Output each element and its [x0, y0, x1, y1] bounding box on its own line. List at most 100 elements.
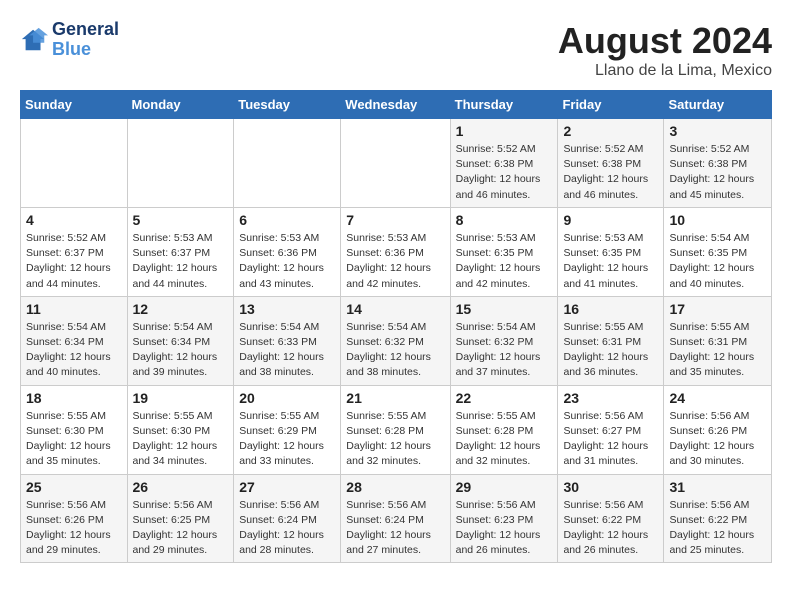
location-title: Llano de la Lima, Mexico [558, 62, 772, 80]
calendar-week-row: 4 Sunrise: 5:52 AM Sunset: 6:37 PM Daylig… [21, 207, 772, 296]
day-number: 2 [563, 123, 658, 139]
day-number: 28 [346, 479, 444, 495]
calendar-day: 23Sunrise: 5:56 AM Sunset: 6:27 PM Dayli… [558, 385, 664, 474]
day-info: Sunrise: 5:53 AM Sunset: 6:35 PM Dayligh… [456, 231, 553, 292]
weekday-header: Saturday [664, 91, 772, 119]
day-number: 24 [669, 390, 766, 406]
day-number: 22 [456, 390, 553, 406]
calendar-day: 8 Sunrise: 5:53 AM Sunset: 6:35 PM Daylig… [450, 207, 558, 296]
calendar-day: 1 Sunrise: 5:52 AM Sunset: 6:38 PM Daylig… [450, 119, 558, 208]
day-number: 8 [456, 212, 553, 228]
logo-icon [20, 26, 48, 54]
day-number: 19 [133, 390, 229, 406]
day-number: 10 [669, 212, 766, 228]
calendar-day: 30 Sunrise: 5:56 AM Sunset: 6:22 PM Dayli… [558, 474, 664, 563]
weekday-header: Friday [558, 91, 664, 119]
day-number: 9 [563, 212, 658, 228]
day-number: 11 [26, 301, 122, 317]
day-info: Sunrise: 5:56 AM Sunset: 6:25 PM Dayligh… [133, 498, 229, 559]
day-info: Sunrise: 5:52 AM Sunset: 6:37 PM Dayligh… [26, 231, 122, 292]
day-info: Sunrise: 5:55 AM Sunset: 6:28 PM Dayligh… [456, 409, 553, 470]
day-number: 26 [133, 479, 229, 495]
weekday-header: Sunday [21, 91, 128, 119]
calendar-day: 29 Sunrise: 5:56 AM Sunset: 6:23 PM Dayli… [450, 474, 558, 563]
calendar-day: 15 Sunrise: 5:54 AM Sunset: 6:32 PM Dayli… [450, 296, 558, 385]
day-info: Sunrise: 5:54 AM Sunset: 6:32 PM Dayligh… [456, 320, 553, 381]
calendar-day-empty [21, 119, 128, 208]
day-info: Sunrise: 5:56 AM Sunset: 6:26 PM Dayligh… [669, 409, 766, 470]
calendar-day: 2 Sunrise: 5:52 AM Sunset: 6:38 PM Daylig… [558, 119, 664, 208]
day-info: Sunrise: 5:54 AM Sunset: 6:32 PM Dayligh… [346, 320, 444, 381]
day-info: Sunrise: 5:55 AM Sunset: 6:30 PM Dayligh… [26, 409, 122, 470]
day-info: Sunrise: 5:52 AM Sunset: 6:38 PM Dayligh… [563, 142, 658, 203]
calendar-week-row: 1 Sunrise: 5:52 AM Sunset: 6:38 PM Daylig… [21, 119, 772, 208]
logo-text: General Blue [52, 20, 119, 60]
day-number: 18 [26, 390, 122, 406]
calendar-day: 12 Sunrise: 5:54 AM Sunset: 6:34 PM Dayli… [127, 296, 234, 385]
calendar-day: 17 Sunrise: 5:55 AM Sunset: 6:31 PM Dayli… [664, 296, 772, 385]
calendar-week-row: 11 Sunrise: 5:54 AM Sunset: 6:34 PM Dayli… [21, 296, 772, 385]
day-number: 29 [456, 479, 553, 495]
day-number: 25 [26, 479, 122, 495]
day-info: Sunrise: 5:54 AM Sunset: 6:34 PM Dayligh… [133, 320, 229, 381]
day-number: 14 [346, 301, 444, 317]
day-info: Sunrise: 5:55 AM Sunset: 6:28 PM Dayligh… [346, 409, 444, 470]
day-info: Sunrise: 5:53 AM Sunset: 6:36 PM Dayligh… [346, 231, 444, 292]
calendar-body: 1 Sunrise: 5:52 AM Sunset: 6:38 PM Daylig… [21, 119, 772, 563]
calendar-day: 28 Sunrise: 5:56 AM Sunset: 6:24 PM Dayli… [341, 474, 450, 563]
weekday-header: Monday [127, 91, 234, 119]
calendar-day: 20 Sunrise: 5:55 AM Sunset: 6:29 PM Dayli… [234, 385, 341, 474]
day-number: 30 [563, 479, 658, 495]
calendar-day: 21 Sunrise: 5:55 AM Sunset: 6:28 PM Dayli… [341, 385, 450, 474]
day-number: 21 [346, 390, 444, 406]
day-info: Sunrise: 5:55 AM Sunset: 6:31 PM Dayligh… [669, 320, 766, 381]
day-info: Sunrise: 5:56 AM Sunset: 6:27 PM Dayligh… [563, 409, 658, 470]
day-info: Sunrise: 5:56 AM Sunset: 6:22 PM Dayligh… [669, 498, 766, 559]
calendar-day: 5Sunrise: 5:53 AM Sunset: 6:37 PM Daylig… [127, 207, 234, 296]
month-title: August 2024 [558, 20, 772, 62]
calendar-day: 31Sunrise: 5:56 AM Sunset: 6:22 PM Dayli… [664, 474, 772, 563]
calendar-day: 26 Sunrise: 5:56 AM Sunset: 6:25 PM Dayli… [127, 474, 234, 563]
calendar-day: 16Sunrise: 5:55 AM Sunset: 6:31 PM Dayli… [558, 296, 664, 385]
day-number: 15 [456, 301, 553, 317]
day-info: Sunrise: 5:53 AM Sunset: 6:37 PM Dayligh… [133, 231, 229, 292]
day-info: Sunrise: 5:54 AM Sunset: 6:34 PM Dayligh… [26, 320, 122, 381]
title-block: August 2024 Llano de la Lima, Mexico [558, 20, 772, 80]
day-number: 20 [239, 390, 335, 406]
day-info: Sunrise: 5:56 AM Sunset: 6:23 PM Dayligh… [456, 498, 553, 559]
calendar-day: 19Sunrise: 5:55 AM Sunset: 6:30 PM Dayli… [127, 385, 234, 474]
calendar-week-row: 25 Sunrise: 5:56 AM Sunset: 6:26 PM Dayli… [21, 474, 772, 563]
day-info: Sunrise: 5:54 AM Sunset: 6:35 PM Dayligh… [669, 231, 766, 292]
day-number: 4 [26, 212, 122, 228]
day-info: Sunrise: 5:52 AM Sunset: 6:38 PM Dayligh… [456, 142, 553, 203]
calendar-day: 25 Sunrise: 5:56 AM Sunset: 6:26 PM Dayli… [21, 474, 128, 563]
day-number: 3 [669, 123, 766, 139]
calendar-day-empty [341, 119, 450, 208]
calendar-day: 11 Sunrise: 5:54 AM Sunset: 6:34 PM Dayli… [21, 296, 128, 385]
calendar-day: 24 Sunrise: 5:56 AM Sunset: 6:26 PM Dayli… [664, 385, 772, 474]
day-info: Sunrise: 5:55 AM Sunset: 6:29 PM Dayligh… [239, 409, 335, 470]
day-number: 17 [669, 301, 766, 317]
day-number: 1 [456, 123, 553, 139]
day-info: Sunrise: 5:56 AM Sunset: 6:26 PM Dayligh… [26, 498, 122, 559]
calendar-table: SundayMondayTuesdayWednesdayThursdayFrid… [20, 90, 772, 563]
day-info: Sunrise: 5:53 AM Sunset: 6:36 PM Dayligh… [239, 231, 335, 292]
calendar-day: 22 Sunrise: 5:55 AM Sunset: 6:28 PM Dayli… [450, 385, 558, 474]
weekday-header: Thursday [450, 91, 558, 119]
calendar-header: SundayMondayTuesdayWednesdayThursdayFrid… [21, 91, 772, 119]
day-info: Sunrise: 5:56 AM Sunset: 6:24 PM Dayligh… [346, 498, 444, 559]
calendar-day: 3Sunrise: 5:52 AM Sunset: 6:38 PM Daylig… [664, 119, 772, 208]
calendar-day: 13Sunrise: 5:54 AM Sunset: 6:33 PM Dayli… [234, 296, 341, 385]
day-number: 6 [239, 212, 335, 228]
day-number: 12 [133, 301, 229, 317]
calendar-day: 14 Sunrise: 5:54 AM Sunset: 6:32 PM Dayli… [341, 296, 450, 385]
calendar-day: 18 Sunrise: 5:55 AM Sunset: 6:30 PM Dayli… [21, 385, 128, 474]
day-number: 7 [346, 212, 444, 228]
day-info: Sunrise: 5:53 AM Sunset: 6:35 PM Dayligh… [563, 231, 658, 292]
day-info: Sunrise: 5:56 AM Sunset: 6:24 PM Dayligh… [239, 498, 335, 559]
calendar-day: 10 Sunrise: 5:54 AM Sunset: 6:35 PM Dayli… [664, 207, 772, 296]
day-info: Sunrise: 5:55 AM Sunset: 6:31 PM Dayligh… [563, 320, 658, 381]
weekday-header: Wednesday [341, 91, 450, 119]
day-info: Sunrise: 5:56 AM Sunset: 6:22 PM Dayligh… [563, 498, 658, 559]
calendar-day: 27Sunrise: 5:56 AM Sunset: 6:24 PM Dayli… [234, 474, 341, 563]
